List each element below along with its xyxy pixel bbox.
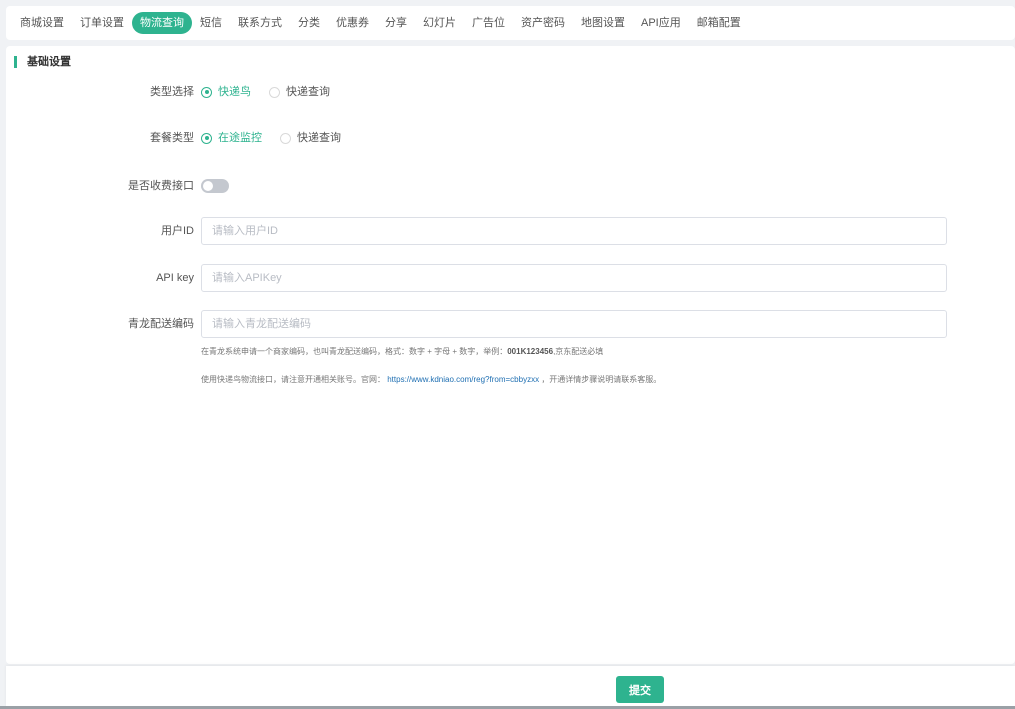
tab-0[interactable]: 商城设置 — [12, 12, 72, 34]
tab-8[interactable]: 幻灯片 — [415, 12, 464, 34]
tab-10[interactable]: 资产密码 — [513, 12, 573, 34]
submit-button[interactable]: 提交 — [616, 676, 664, 703]
radio-label: 快递鸟 — [218, 86, 251, 98]
help-example: 001K123456 — [507, 347, 554, 356]
radio-unchecked-icon — [280, 132, 291, 144]
tab-13[interactable]: 邮箱配置 — [689, 12, 749, 34]
type-select-radio-group: 快递鸟 快递查询 — [201, 84, 348, 100]
qinglong-help-text: 在青龙系统申请一个商家编码，也叫青龙配送编码，格式：数字 + 字母 + 数字，举… — [201, 346, 603, 357]
radio-checked-icon — [201, 132, 212, 144]
api-key-input[interactable] — [201, 264, 947, 292]
package-type-radio-group: 在途监控 快递查询 — [201, 130, 359, 146]
form-footer: 提交 — [6, 666, 1015, 706]
tab-2[interactable]: 物流查询 — [132, 12, 192, 34]
package-type-label: 套餐类型 — [150, 132, 194, 144]
tab-12[interactable]: API应用 — [633, 12, 689, 34]
kdniao-help-text: 使用快递鸟物流接口，请注意开通相关账号。官网： https://www.kdni… — [201, 374, 661, 385]
type-select-label: 类型选择 — [150, 86, 194, 98]
radio-express-query[interactable]: 快递查询 — [269, 84, 330, 100]
radio-checked-icon — [201, 86, 212, 98]
kdniao-register-link[interactable]: https://www.kdniao.com/reg?from=cbbyzxx — [387, 375, 539, 384]
tab-1[interactable]: 订单设置 — [72, 12, 132, 34]
tab-4[interactable]: 联系方式 — [230, 12, 290, 34]
radio-label: 在途监控 — [218, 132, 262, 144]
tab-7[interactable]: 分享 — [377, 12, 415, 34]
settings-panel: 基础设置 类型选择 快递鸟 快递查询 套餐类型 在途监控 快递查询 是否收费接口… — [6, 46, 1015, 664]
tab-3[interactable]: 短信 — [192, 12, 230, 34]
tab-5[interactable]: 分类 — [290, 12, 328, 34]
tab-11[interactable]: 地图设置 — [573, 12, 633, 34]
tab-9[interactable]: 广告位 — [464, 12, 513, 34]
radio-unchecked-icon — [269, 86, 280, 98]
section-title: 基础设置 — [14, 56, 71, 68]
api-key-label: API key — [156, 272, 194, 284]
qinglong-code-label: 青龙配送编码 — [128, 318, 194, 330]
help-suffix: ，开通详情步骤说明请联系客服。 — [541, 375, 662, 384]
user-id-label: 用户ID — [161, 225, 194, 237]
radio-in-transit-monitor[interactable]: 在途监控 — [201, 130, 262, 146]
radio-label: 快递查询 — [297, 132, 341, 144]
help-text: 在青龙系统申请一个商家编码，也叫青龙配送编码，格式：数字 + 字母 + 数字，举… — [201, 347, 508, 356]
user-id-input[interactable] — [201, 217, 947, 245]
radio-kdniao[interactable]: 快递鸟 — [201, 84, 251, 100]
qinglong-code-input[interactable] — [201, 310, 947, 338]
charge-api-label: 是否收费接口 — [128, 180, 194, 192]
radio-express-query[interactable]: 快递查询 — [280, 130, 341, 146]
charge-api-toggle[interactable] — [201, 179, 229, 193]
radio-label: 快递查询 — [286, 86, 330, 98]
tab-6[interactable]: 优惠券 — [328, 12, 377, 34]
help-text: 使用快递鸟物流接口，请注意开通相关账号。官网： — [201, 375, 385, 384]
settings-tabs: 商城设置 订单设置 物流查询 短信 联系方式 分类 优惠券 分享 幻灯片 广告位 资产密码 地图设置 A… — [6, 6, 1015, 40]
help-suffix: ,京东配送必填 — [553, 347, 604, 356]
